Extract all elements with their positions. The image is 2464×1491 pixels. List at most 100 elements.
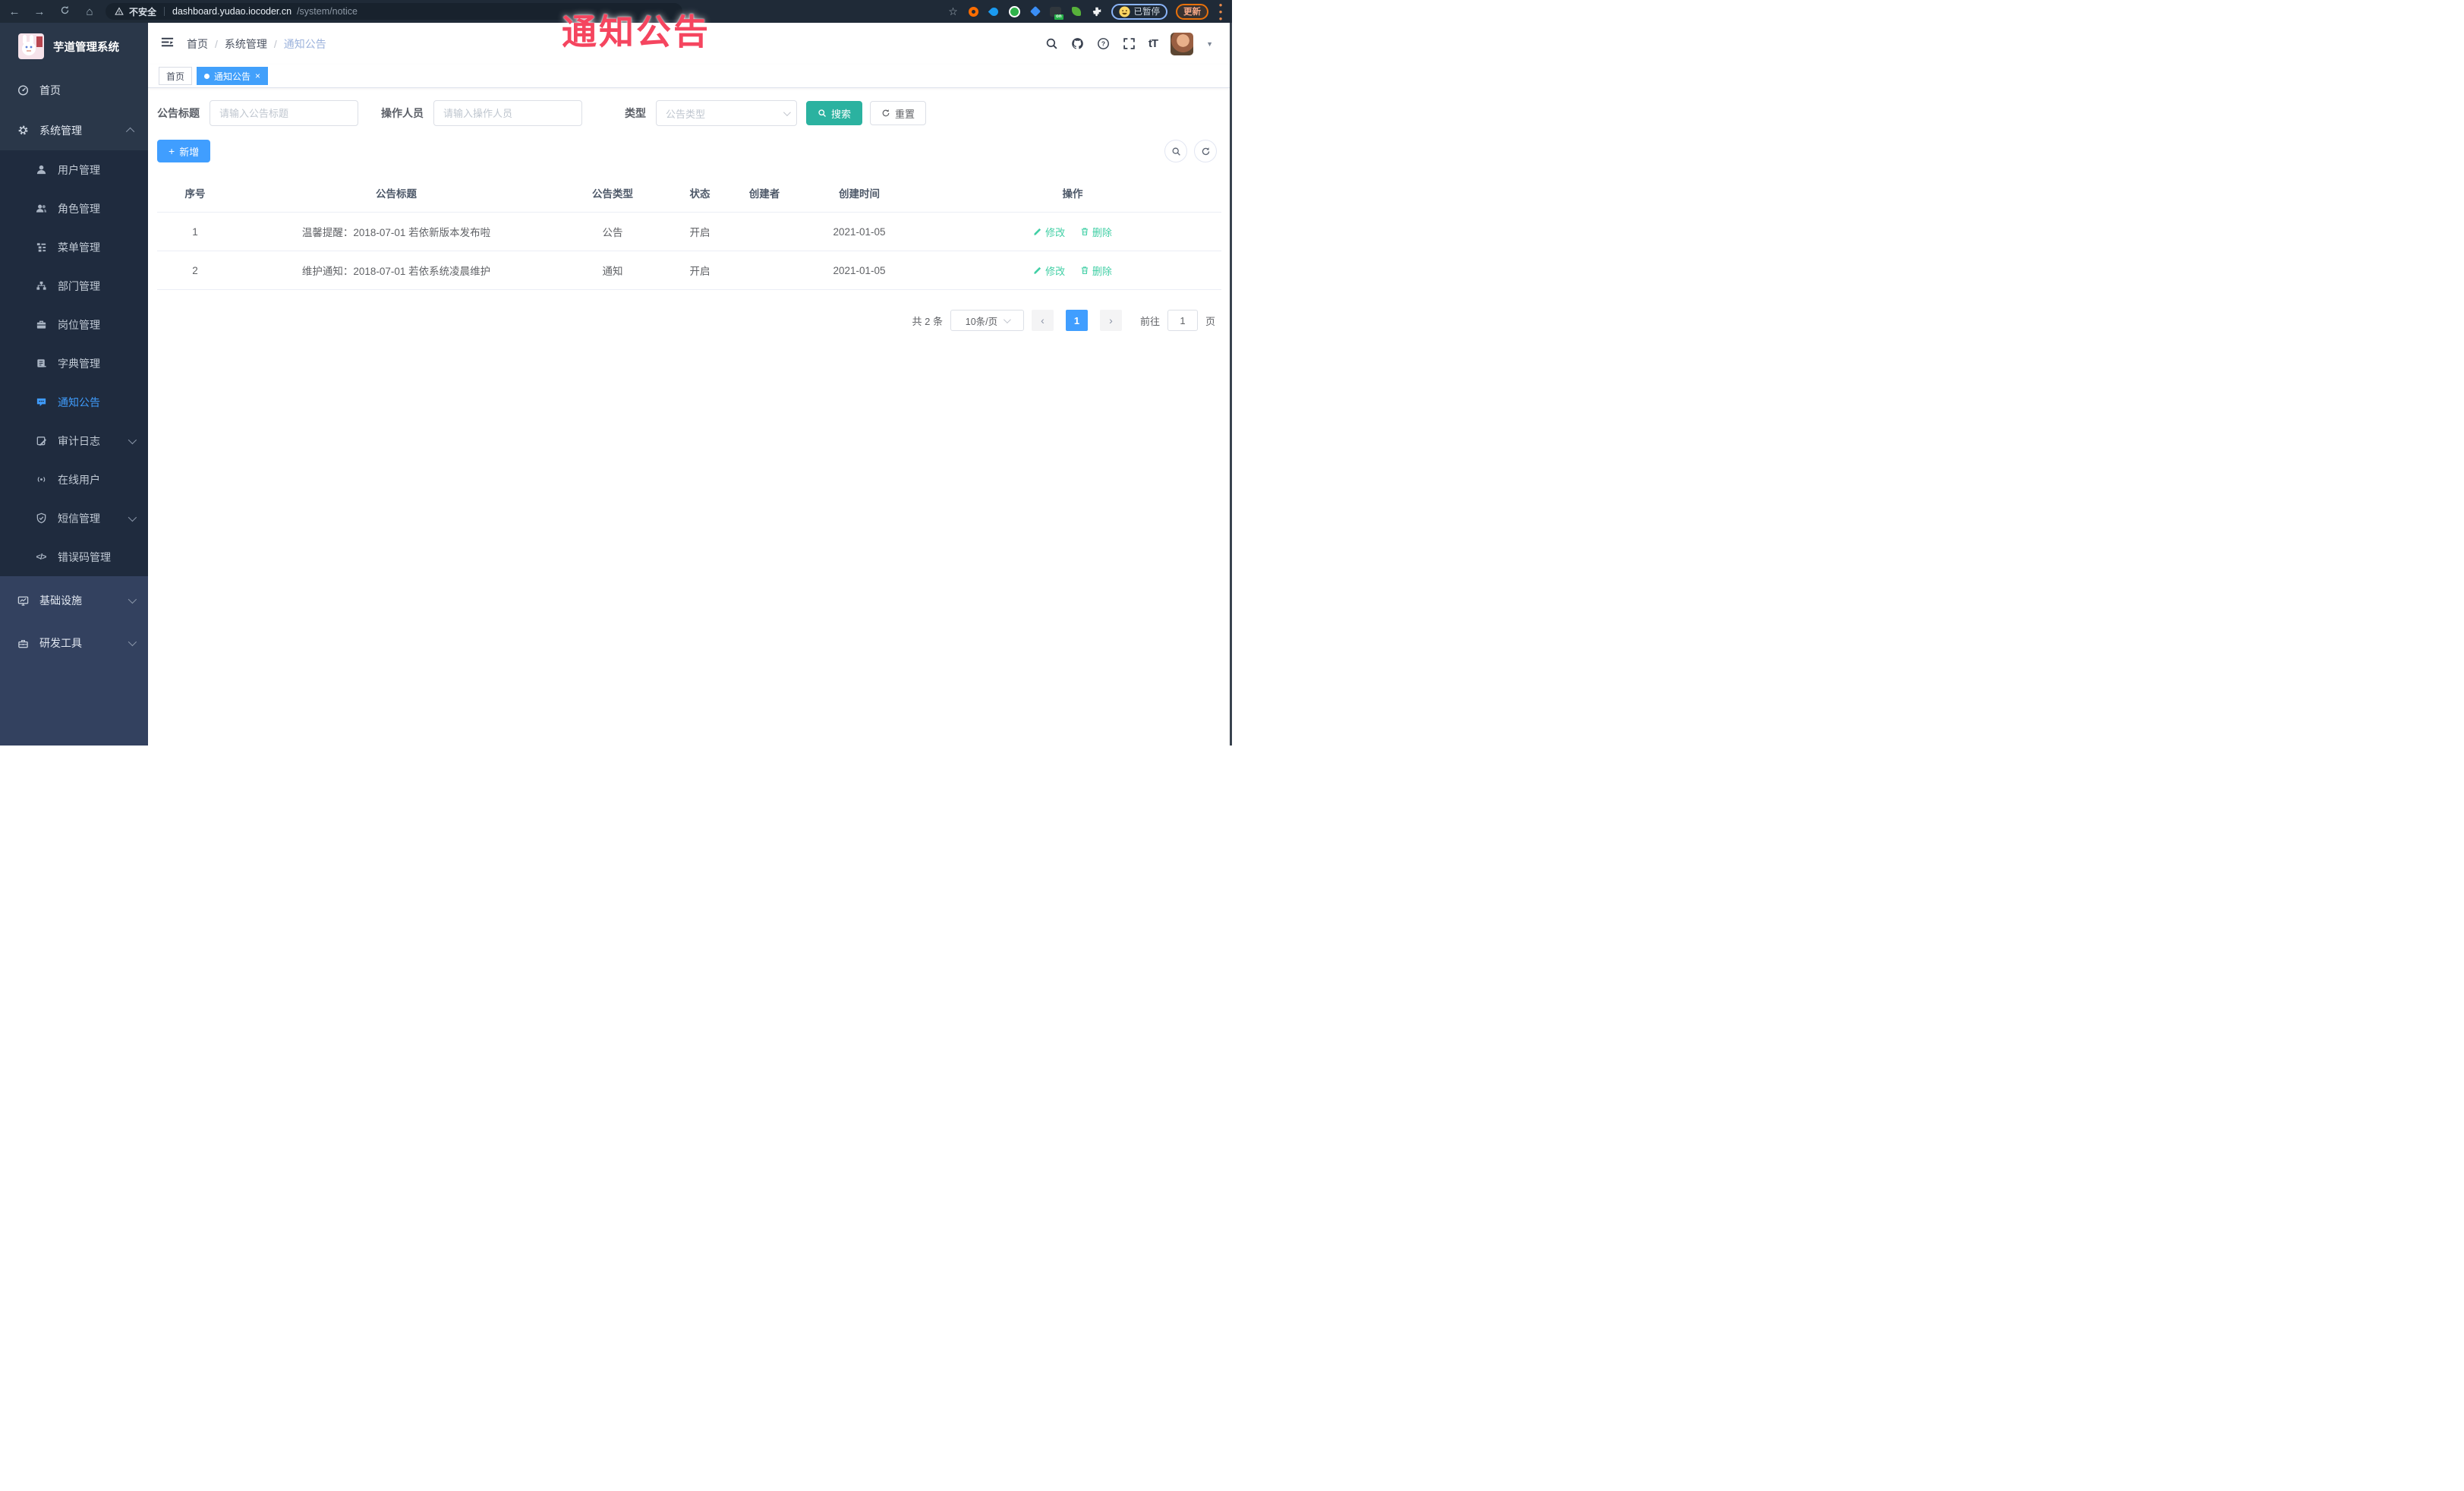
extensions-puzzle-icon[interactable] bbox=[1091, 5, 1103, 17]
sidebar-item-sms[interactable]: 短信管理 bbox=[0, 499, 148, 537]
sidebar-item-system[interactable]: 系统管理 bbox=[0, 110, 148, 150]
help-icon[interactable]: ? bbox=[1097, 37, 1110, 50]
breadcrumb-home[interactable]: 首页 bbox=[187, 36, 208, 52]
add-button[interactable]: + 新增 bbox=[157, 140, 211, 162]
sidebar-item-online-users[interactable]: 在线用户 bbox=[0, 460, 148, 499]
chevron-up-icon bbox=[125, 127, 135, 136]
extension-icon-switch-on[interactable]: on bbox=[1050, 5, 1063, 20]
chevron-down-icon bbox=[128, 637, 137, 647]
sidebar-item-dev-tools[interactable]: 研发工具 bbox=[0, 622, 148, 664]
reload-icon[interactable] bbox=[58, 5, 71, 18]
tab-notices[interactable]: 通知公告 × bbox=[197, 67, 269, 85]
table-header-row: 序号 公告标题 公告类型 状态 创建者 创建时间 操作 bbox=[157, 174, 1221, 212]
fullscreen-icon[interactable] bbox=[1123, 37, 1136, 50]
browser-menu-kebab-icon[interactable]: • • • bbox=[1217, 0, 1224, 24]
browser-extensions-area: ☆ on 已暂停 更新 • • • bbox=[947, 0, 1225, 24]
app-logo-row[interactable]: 芋道管理系统 bbox=[0, 23, 148, 70]
sidebar-item-error-codes[interactable]: </> 错误码管理 bbox=[0, 537, 148, 576]
sidebar-item-users[interactable]: 用户管理 bbox=[0, 150, 148, 189]
chevron-down-icon bbox=[128, 594, 137, 604]
cell-actions: 修改 删除 bbox=[924, 213, 1221, 251]
sidebar-item-home[interactable]: 首页 bbox=[0, 70, 148, 110]
extension-icon-orange-ring[interactable] bbox=[968, 5, 980, 17]
sidebar-submenu-system: 用户管理 角色管理 菜单管理 部门管理 岗位管理 字典管理 通知公告 审计日志 … bbox=[0, 150, 148, 576]
sidebar-item-notices[interactable]: 通知公告 bbox=[0, 383, 148, 421]
col-header-creator: 创建者 bbox=[748, 188, 780, 200]
bookmark-star-icon[interactable]: ☆ bbox=[947, 5, 959, 17]
home-icon[interactable]: ⌂ bbox=[83, 5, 96, 18]
cell-creator bbox=[734, 220, 795, 243]
code-icon: </> bbox=[36, 552, 47, 562]
chevron-down-icon bbox=[128, 512, 137, 522]
operator-label: 操作人员 bbox=[381, 107, 424, 119]
extension-icon-blue-gem[interactable] bbox=[1029, 5, 1041, 17]
forward-icon[interactable]: → bbox=[33, 5, 46, 18]
delete-button[interactable]: 删除 bbox=[1080, 263, 1112, 278]
sidebar-item-audit-log[interactable]: 审计日志 bbox=[0, 421, 148, 460]
filter-form: 公告标题 操作人员 类型 公告类型 搜索 重置 bbox=[157, 99, 1221, 127]
next-page-button[interactable]: › bbox=[1099, 310, 1122, 331]
user-icon bbox=[35, 164, 47, 176]
user-avatar[interactable] bbox=[1171, 32, 1194, 55]
cell-created: 2021-01-05 bbox=[833, 264, 886, 276]
navbar-actions: ? tT ▼ bbox=[1045, 32, 1213, 55]
extension-icon-green-circle[interactable] bbox=[1009, 5, 1021, 17]
reset-button-label: 重置 bbox=[895, 108, 915, 120]
breadcrumb-system[interactable]: 系统管理 bbox=[225, 36, 267, 52]
sidebar-item-label: 系统管理 bbox=[39, 124, 82, 137]
toolbox-icon bbox=[17, 637, 29, 649]
col-header-actions: 操作 bbox=[1062, 188, 1083, 200]
browser-profile-chip[interactable]: 已暂停 bbox=[1111, 3, 1167, 20]
github-icon[interactable] bbox=[1071, 37, 1084, 50]
sidebar-item-label: 短信管理 bbox=[58, 512, 100, 525]
notice-title-input[interactable] bbox=[210, 100, 358, 126]
col-header-no: 序号 bbox=[184, 188, 206, 200]
notice-title-label: 公告标题 bbox=[157, 107, 200, 119]
sidebar-item-menus[interactable]: 菜单管理 bbox=[0, 228, 148, 266]
sidebar-item-infrastructure[interactable]: 基础设施 bbox=[0, 579, 148, 622]
show-search-toggle-button[interactable] bbox=[1164, 140, 1187, 162]
cell-type: 通知 bbox=[602, 266, 623, 277]
font-size-icon[interactable]: tT bbox=[1149, 37, 1158, 50]
sidebar: 芋道管理系统 首页 系统管理 用户管理 角色管理 菜单管理 部门管理 岗位管理 … bbox=[0, 23, 148, 746]
reset-button[interactable]: 重置 bbox=[870, 101, 927, 125]
tab-home[interactable]: 首页 bbox=[159, 67, 193, 85]
search-icon bbox=[818, 109, 826, 117]
operator-input[interactable] bbox=[433, 100, 582, 126]
cell-title: 维护通知：2018-07-01 若依系统凌晨维护 bbox=[301, 266, 491, 277]
back-icon[interactable]: ← bbox=[8, 5, 21, 18]
refresh-table-button[interactable] bbox=[1194, 140, 1217, 162]
delete-button[interactable]: 删除 bbox=[1080, 225, 1112, 239]
current-page-button[interactable]: 1 bbox=[1065, 310, 1088, 331]
close-tab-icon[interactable]: × bbox=[255, 71, 260, 80]
sidebar-item-roles[interactable]: 角色管理 bbox=[0, 189, 148, 228]
page-suffix-label: 页 bbox=[1205, 315, 1215, 327]
edit-button[interactable]: 修改 bbox=[1033, 225, 1065, 239]
profile-avatar-emoji bbox=[1118, 5, 1130, 17]
search-button[interactable]: 搜索 bbox=[806, 101, 863, 125]
sidebar-item-label: 岗位管理 bbox=[58, 318, 100, 331]
prev-page-button[interactable]: ‹ bbox=[1031, 310, 1054, 331]
edit-button[interactable]: 修改 bbox=[1033, 263, 1065, 278]
select-caret-icon bbox=[1004, 315, 1012, 323]
url-path: /system/notice bbox=[297, 6, 358, 17]
url-bar[interactable]: 不安全 dashboard.yudao.iocoder.cn/system/no… bbox=[106, 3, 682, 20]
sidebar-item-label: 基础设施 bbox=[39, 594, 82, 607]
goto-page-input[interactable] bbox=[1167, 310, 1198, 331]
sidebar-item-dicts[interactable]: 字典管理 bbox=[0, 344, 148, 383]
cell-created: 2021-01-05 bbox=[833, 225, 886, 238]
extension-icon-blue-pin[interactable] bbox=[988, 5, 1000, 17]
page-size-select[interactable]: 10条/页 bbox=[950, 310, 1024, 331]
sidebar-collapse-icon[interactable] bbox=[160, 35, 175, 53]
search-icon[interactable] bbox=[1045, 37, 1058, 50]
browser-update-button[interactable]: 更新 bbox=[1176, 3, 1208, 20]
cell-title: 温馨提醒：2018-07-01 若依新版本发布啦 bbox=[301, 227, 491, 238]
org-icon bbox=[35, 280, 47, 292]
sidebar-item-posts[interactable]: 岗位管理 bbox=[0, 305, 148, 344]
sidebar-item-label: 部门管理 bbox=[58, 279, 100, 292]
type-select[interactable]: 公告类型 bbox=[656, 100, 797, 126]
sidebar-item-label: 在线用户 bbox=[58, 473, 100, 486]
extension-icon-green-leaf[interactable] bbox=[1070, 5, 1082, 17]
sidebar-item-departments[interactable]: 部门管理 bbox=[0, 266, 148, 305]
user-menu-caret-icon[interactable]: ▼ bbox=[1206, 40, 1213, 48]
